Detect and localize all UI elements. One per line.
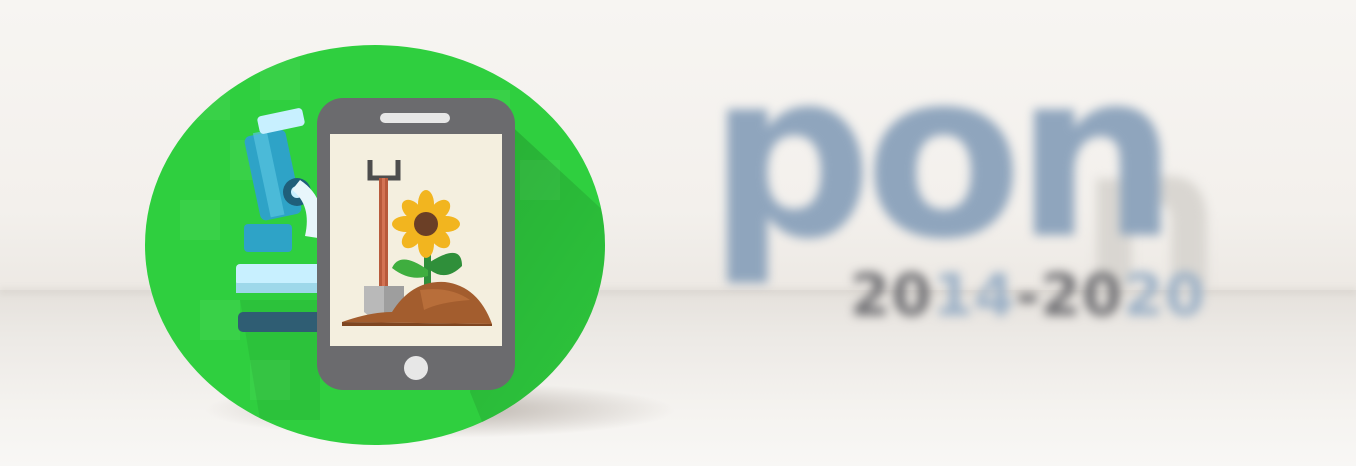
pon-banner: n pon 2014-2020 <box>0 0 1356 466</box>
illustration <box>145 45 675 445</box>
